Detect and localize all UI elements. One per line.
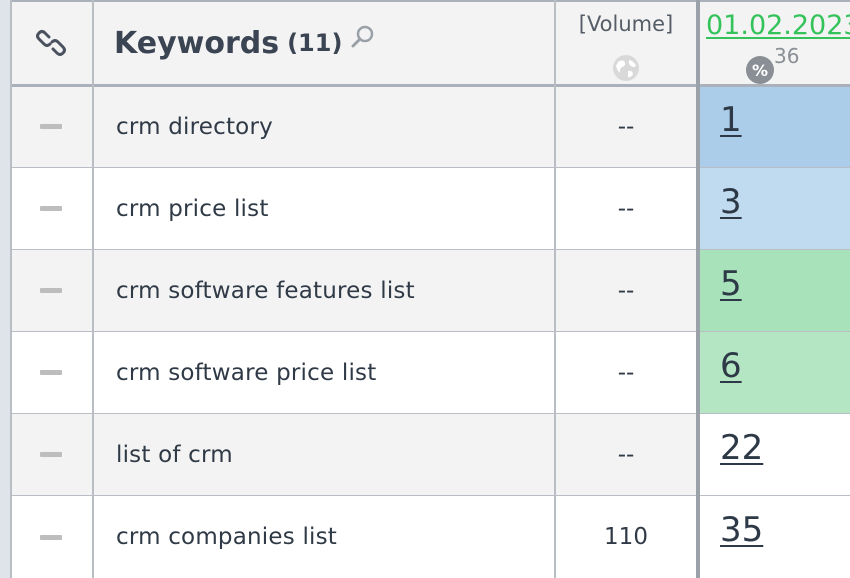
row-handle[interactable]	[10, 414, 92, 495]
keywords-table: Keywords (11) [Volume] 01.02.2023 % 36 c…	[10, 0, 850, 578]
keyword-text: crm software features list	[116, 277, 415, 304]
keyword-text: crm price list	[116, 195, 269, 222]
rank-cell: 35	[700, 496, 850, 578]
globe-icon[interactable]	[612, 54, 640, 82]
rank-link[interactable]: 3	[720, 182, 742, 222]
volume-label: [Volume]	[578, 12, 674, 36]
rank-link[interactable]: 22	[720, 428, 763, 468]
link-icon[interactable]	[36, 28, 66, 58]
keyword-text: crm directory	[116, 113, 273, 140]
table-row: list of crm -- 22	[10, 414, 850, 496]
keyword-text: list of crm	[116, 441, 233, 468]
dash-icon	[40, 206, 62, 211]
rank-link[interactable]: 5	[720, 264, 742, 304]
dash-icon	[40, 288, 62, 293]
table-header: Keywords (11) [Volume] 01.02.2023 % 36	[10, 0, 850, 84]
keyword-text: crm companies list	[116, 524, 338, 550]
column-divider	[92, 0, 94, 578]
volume-column-header[interactable]: [Volume]	[556, 2, 696, 84]
row-handle[interactable]	[10, 168, 92, 249]
rank-link[interactable]: 1	[720, 100, 742, 140]
dash-icon	[40, 370, 62, 375]
rank-cell: 6	[700, 332, 850, 413]
date-column-header: 01.02.2023 % 36	[700, 2, 850, 84]
rank-cell: 1	[700, 86, 850, 167]
volume-value: --	[617, 277, 635, 304]
volume-value: --	[617, 441, 635, 468]
row-handle[interactable]	[10, 496, 92, 578]
rank-cell: 3	[700, 168, 850, 249]
search-icon[interactable]	[350, 24, 376, 50]
table-row: crm companies list 110 35	[10, 496, 850, 578]
keywords-count: (11)	[287, 29, 343, 57]
table-row: crm software price list -- 6	[10, 332, 850, 414]
dash-icon	[40, 124, 62, 129]
row-handle[interactable]	[10, 332, 92, 413]
table-row: crm software features list -- 5	[10, 250, 850, 332]
volume-value: --	[617, 195, 635, 222]
header-divider	[10, 84, 850, 87]
row-handle[interactable]	[10, 250, 92, 331]
dash-icon	[40, 534, 62, 540]
rank-cell: 22	[700, 414, 850, 495]
keywords-title: Keywords	[114, 25, 280, 61]
table-row: crm price list -- 3	[10, 168, 850, 250]
column-divider	[554, 0, 556, 578]
dash-icon	[40, 452, 62, 457]
volume-value: --	[617, 359, 635, 386]
row-handle[interactable]	[10, 86, 92, 167]
volume-value: 110	[604, 524, 648, 550]
rank-link[interactable]: 6	[720, 346, 742, 386]
volume-value: --	[617, 113, 635, 140]
keywords-column-header[interactable]: Keywords (11)	[94, 2, 554, 84]
date-link[interactable]: 01.02.2023	[706, 10, 850, 41]
link-column-header[interactable]	[10, 2, 92, 84]
percent-icon: %	[746, 56, 774, 84]
rank-link[interactable]: 35	[720, 510, 763, 550]
table-row: crm directory -- 1	[10, 86, 850, 168]
column-divider	[10, 0, 12, 578]
percent-value: 36	[774, 44, 800, 68]
rank-cell: 5	[700, 250, 850, 331]
keyword-text: crm software price list	[116, 359, 377, 386]
column-divider-rank	[696, 0, 700, 578]
